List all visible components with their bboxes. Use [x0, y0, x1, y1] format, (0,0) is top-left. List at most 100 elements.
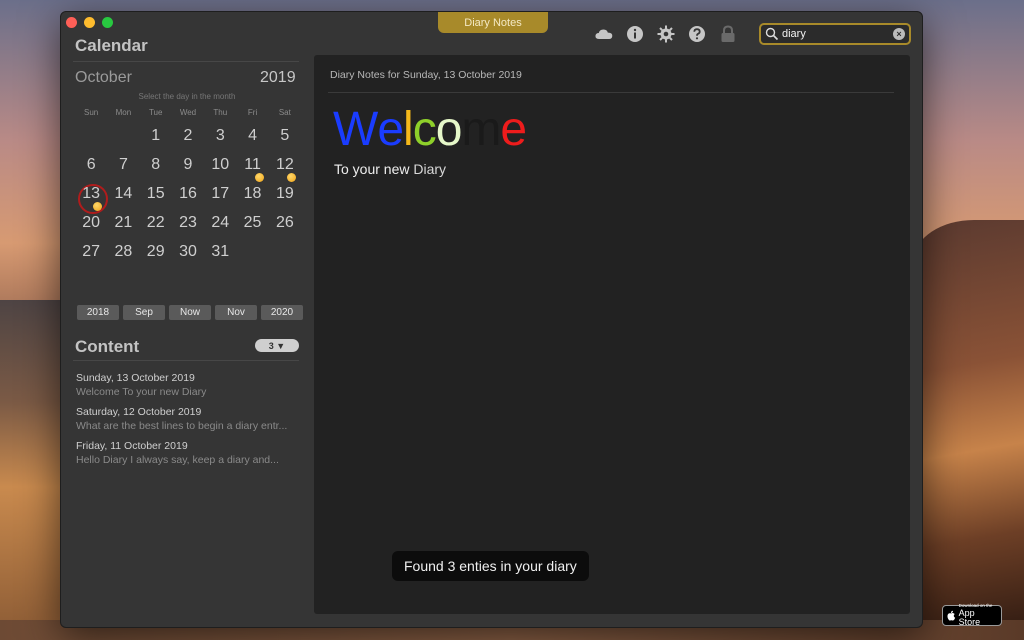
calendar-day[interactable]: 29 — [140, 240, 172, 269]
calendar-day-number: 16 — [179, 185, 197, 202]
entry-preview: Welcome To your new Diary — [76, 386, 207, 398]
app-window: Diary Notes × Calendar October 2019 Sele… — [60, 11, 923, 628]
calendar-day[interactable]: 14 — [107, 182, 139, 211]
calendar-day[interactable]: 4 — [236, 124, 268, 153]
calendar-day[interactable]: 7 — [107, 153, 139, 182]
calendar-day[interactable]: 1 — [140, 124, 172, 153]
calendar-month: October — [75, 69, 132, 86]
welcome-heading: Welcome — [333, 102, 527, 157]
weekday-label: Fri — [247, 108, 258, 117]
entry-list-item[interactable]: Sunday, 13 October 2019 Welcome To your n… — [76, 372, 298, 398]
calendar-day[interactable]: 20 — [75, 211, 107, 240]
calendar-day[interactable]: 3 — [204, 124, 236, 153]
weekday-label: Thu — [213, 108, 228, 117]
calendar-nav-button[interactable]: Nov — [215, 305, 257, 320]
calendar-day-number: 12 — [275, 156, 294, 173]
calendar-day-number: 29 — [146, 243, 165, 260]
welcome-letter: l — [403, 103, 414, 156]
calendar-day[interactable]: 13 — [75, 182, 109, 214]
calendar-day[interactable]: 21 — [107, 211, 139, 240]
weekday-label: Wed — [179, 108, 197, 117]
calendar-day[interactable]: 18 — [236, 182, 268, 211]
calendar-nav-button[interactable]: 2018 — [77, 305, 119, 320]
entry-date: Saturday, 12 October 2019 — [76, 406, 202, 418]
entry-count-dropdown[interactable]: 3 ▼ — [255, 339, 299, 352]
minimize-window-button[interactable] — [84, 17, 95, 28]
calendar-day[interactable]: 10 — [204, 153, 236, 182]
calendar-day[interactable]: 25 — [236, 211, 268, 240]
entry-list: Sunday, 13 October 2019 Welcome To your n… — [76, 372, 298, 474]
calendar-day-number: 9 — [183, 156, 193, 173]
calendar-day-number: 24 — [211, 214, 230, 231]
calendar-nav-button[interactable]: Sep — [123, 305, 165, 320]
calendar-day[interactable]: 17 — [204, 182, 236, 211]
calendar-day[interactable]: 30 — [172, 240, 204, 269]
calendar-day-number: 7 — [118, 156, 128, 173]
subline-part1: To your new — [334, 161, 410, 177]
search-icon — [765, 27, 779, 41]
calendar-day-number: 22 — [146, 214, 165, 231]
calendar-day[interactable]: 2 — [172, 124, 204, 153]
calendar-day-number: 18 — [243, 185, 262, 202]
note-divider — [328, 92, 894, 93]
calendar-day-number: 21 — [114, 214, 133, 231]
welcome-letter: o — [435, 103, 463, 156]
calendar-day[interactable]: 23 — [172, 211, 204, 240]
calendar-nav-button[interactable]: Now — [169, 305, 211, 320]
calendar-nav-button[interactable]: 2020 — [261, 305, 303, 320]
calendar-day-number: 31 — [211, 243, 230, 260]
calendar-day[interactable]: 12 — [269, 153, 301, 182]
note-header: Diary Notes for Sunday, 13 October 2019 — [330, 69, 522, 81]
calendar-day-number: 30 — [179, 243, 197, 260]
entry-list-item[interactable]: Friday, 11 October 2019 Hello Diary I alw… — [76, 440, 298, 466]
calendar-days-grid: 1 2 3 4 5 6 7 8 9 10 11 12 13 14 15 16 17 18 19 20 21 22 23 24 2… — [75, 124, 301, 269]
calendar-day-empty — [75, 124, 107, 153]
note-editor[interactable]: Diary Notes for Sunday, 13 October 2019 … — [314, 55, 910, 614]
gear-icon[interactable] — [656, 24, 676, 44]
calendar-day[interactable]: 27 — [75, 240, 107, 269]
info-icon[interactable] — [625, 24, 645, 44]
entry-list-item[interactable]: Saturday, 12 October 2019 What are the be… — [76, 406, 298, 432]
entry-marker-icon — [93, 202, 103, 211]
weekday-label: Sat — [278, 108, 291, 117]
calendar-day[interactable]: 15 — [140, 182, 172, 211]
calendar-day[interactable]: 8 — [140, 153, 172, 182]
help-icon[interactable] — [687, 24, 707, 44]
calendar-day[interactable]: 31 — [204, 240, 236, 269]
calendar-day-number: 25 — [243, 214, 262, 231]
welcome-letter: c — [412, 103, 437, 156]
calendar-day-number: 5 — [280, 127, 290, 144]
calendar-day[interactable]: 22 — [140, 211, 172, 240]
search-field[interactable]: × — [759, 23, 911, 45]
calendar-day[interactable]: 6 — [75, 153, 107, 182]
calendar-day[interactable]: 5 — [269, 124, 301, 153]
entry-date: Friday, 11 October 2019 — [76, 440, 188, 452]
entry-date: Sunday, 13 October 2019 — [76, 372, 195, 384]
calendar-day-number: 10 — [211, 156, 230, 173]
calendar-day[interactable]: 9 — [172, 153, 204, 182]
calendar-day[interactable]: 19 — [269, 182, 301, 211]
search-input[interactable] — [782, 28, 893, 40]
calendar-day[interactable]: 16 — [172, 182, 204, 211]
welcome-letter: W — [333, 103, 378, 156]
lock-icon[interactable] — [718, 24, 738, 44]
app-store-badge[interactable]: Download on the App Store — [942, 604, 1002, 626]
calendar-day-number: 23 — [179, 214, 197, 231]
calendar-day-number: 6 — [86, 156, 96, 173]
window-title: Diary Notes — [438, 12, 548, 33]
calendar-day[interactable]: 11 — [236, 153, 268, 182]
close-window-button[interactable] — [66, 17, 77, 28]
weekday-label: Tue — [148, 108, 163, 117]
clear-search-icon[interactable]: × — [893, 28, 905, 40]
zoom-window-button[interactable] — [102, 17, 113, 28]
calendar-day[interactable]: 24 — [204, 211, 236, 240]
calendar-day[interactable]: 28 — [107, 240, 139, 269]
calendar-hint: Select the day in the month — [138, 92, 236, 101]
desktop-wallpaper-right — [914, 220, 1024, 640]
calendar-day-number: 3 — [215, 127, 225, 144]
cloud-icon[interactable] — [594, 24, 614, 44]
search-result-toast: Found 3 enties in your diary — [392, 551, 589, 581]
content-heading: Content — [75, 337, 140, 356]
calendar-day[interactable]: 26 — [269, 211, 301, 240]
calendar-day-number: 28 — [114, 243, 133, 260]
